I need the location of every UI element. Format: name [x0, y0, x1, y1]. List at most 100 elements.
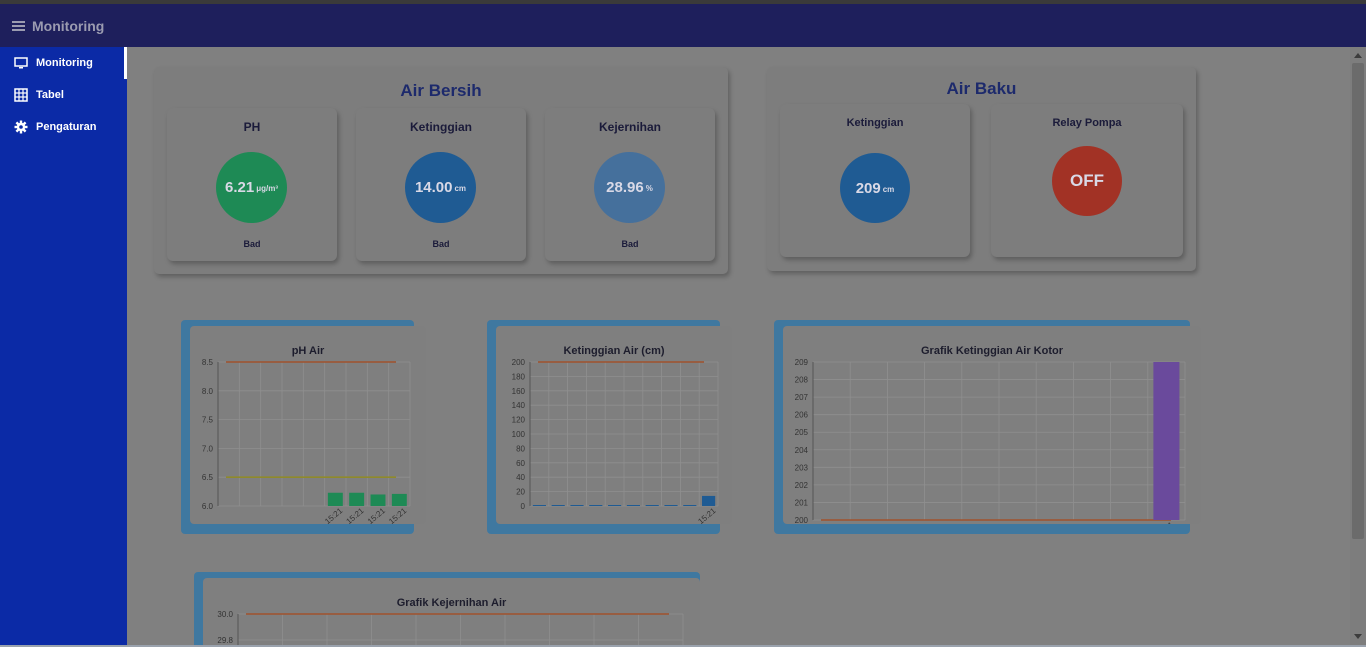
y-tick-label: 200 [795, 516, 809, 524]
y-tick-label: 6.5 [202, 473, 214, 482]
vertical-scrollbar[interactable] [1350, 47, 1366, 645]
bar [702, 495, 716, 506]
air-kotor-chart-widget: Grafik Ketinggian Air Kotor 209 208 207 206… [774, 320, 1201, 534]
bar [349, 492, 365, 506]
y-tick-label: 30.0 [217, 610, 233, 619]
air-kotor-chart: 20920820720620520420320220120015:21 [795, 358, 1186, 524]
y-tick-label: 7.0 [202, 444, 214, 453]
kejernihan-chart-widget: Grafik Kejernihan Air 30.0 29.8 [194, 572, 700, 645]
unit: cm [454, 184, 467, 193]
card-title: Ketinggian [846, 117, 904, 129]
x-tick-label: 15:21 [344, 506, 366, 524]
bar [370, 494, 386, 506]
status-text: Bad [432, 239, 450, 249]
x-tick-label: 15:21 [696, 506, 718, 524]
y-tick-label: 29.8 [217, 636, 233, 645]
y-tick-label: 209 [795, 358, 809, 367]
sidebar-item-label: Pengaturan [36, 121, 97, 133]
value: 6.21 [225, 179, 255, 196]
card-title: Ketinggian [410, 120, 472, 134]
ketinggian-value-circle: 14.00 cm [405, 152, 476, 223]
y-tick-label: 60 [516, 459, 525, 468]
value: 209 [855, 179, 881, 197]
air-baku-panel: Air Baku Ketinggian 209 cm Relay Pompa O… [767, 67, 1196, 271]
y-tick-label: 8.0 [202, 387, 214, 396]
y-tick-label: 20 [516, 488, 525, 497]
scroll-up-arrow-icon[interactable] [1354, 53, 1362, 58]
ketinggian-card: Ketinggian 14.00 cm Bad [356, 108, 526, 261]
y-tick-label: 207 [795, 393, 809, 402]
chart-card: Grafik Ketinggian Air Kotor 209 208 207 206… [783, 326, 1201, 524]
bar [608, 505, 622, 506]
bar [570, 505, 584, 506]
ketinggian-baku-value-circle: 209 cm [840, 153, 910, 223]
relay-status-value: OFF [1070, 171, 1104, 190]
status-text: Bad [621, 239, 639, 249]
sidebar: Monitoring Tabel Pengaturan [0, 47, 127, 647]
y-tick-label: 204 [795, 446, 809, 455]
unit: μg/m³ [256, 184, 278, 193]
ph-chart-widget: pH Air 8.5 8.0 7.5 7.0 6.5 6.0 15:21 15:21 15:21… [181, 320, 426, 534]
y-tick-label: 7.5 [202, 416, 214, 425]
bar [327, 492, 343, 506]
sidebar-item-monitoring[interactable]: Monitoring [0, 47, 127, 79]
kejernihan-card: Kejernihan 28.96 % Bad [545, 108, 715, 261]
x-tick-label: 15:21 [387, 506, 409, 524]
y-tick-label: 205 [795, 428, 809, 437]
y-tick-label: 201 [795, 498, 809, 507]
kejernihan-value-circle: 28.96 % [594, 152, 665, 223]
y-tick-label: 206 [795, 411, 809, 420]
app-title: Monitoring [32, 17, 105, 34]
bar [683, 505, 697, 506]
y-tick-label: 8.5 [202, 358, 214, 367]
y-tick-label: 160 [512, 387, 526, 396]
y-tick-label: 80 [516, 444, 525, 453]
y-tick-label: 203 [795, 463, 809, 472]
hamburger-menu-icon[interactable] [12, 20, 25, 31]
ketinggian-chart: 200180160140120100806040200 15:21 [512, 358, 719, 524]
unit: cm [882, 184, 895, 194]
monitor-icon [14, 57, 28, 69]
bar [532, 505, 546, 506]
panel-title: Air Bersih [400, 81, 482, 100]
ketinggian-chart-widget: Ketinggian Air (cm) 200 180 160 140 120 100 80… [487, 320, 732, 534]
scroll-thumb[interactable] [1352, 63, 1364, 539]
y-tick-label: 120 [512, 416, 526, 425]
x-tick-label: 15:21 [323, 506, 345, 524]
y-tick-label: 202 [795, 481, 809, 490]
chart-card: Ketinggian Air (cm) 200 180 160 140 120 100 80… [496, 326, 732, 524]
sidebar-item-tabel[interactable]: Tabel [0, 79, 127, 111]
panel-title: Air Baku [946, 79, 1017, 98]
relay-status-circle[interactable]: OFF [1052, 146, 1122, 216]
chart-card: pH Air 8.5 8.0 7.5 7.0 6.5 6.0 15:21 15:21 15:21… [190, 326, 426, 524]
unit: % [645, 184, 653, 193]
scroll-down-arrow-icon[interactable] [1354, 634, 1362, 639]
value: 14.00 [414, 179, 453, 196]
sidebar-item-label: Monitoring [36, 57, 93, 69]
bar [626, 505, 640, 506]
gear-icon [14, 120, 28, 134]
chart-card: Grafik Kejernihan Air 30.0 29.8 [203, 578, 700, 645]
ph-value-circle: 6.21 μg/m³ [216, 152, 287, 223]
x-tick-label: 15:21 [366, 506, 388, 524]
top-bar: Monitoring [0, 4, 1366, 47]
bar [589, 505, 603, 506]
relay-pompa-card: Relay Pompa OFF [991, 104, 1183, 257]
card-title: Kejernihan [598, 120, 661, 134]
y-tick-label: 40 [516, 473, 525, 482]
y-tick-label: 6.0 [202, 502, 214, 511]
bar [391, 493, 407, 506]
ph-card: PH 6.21 μg/m³ Bad [167, 108, 337, 261]
y-tick-label: 200 [512, 358, 526, 367]
bar [664, 505, 678, 506]
bar [551, 505, 565, 506]
y-tick-label: 140 [512, 401, 526, 410]
bar [1153, 362, 1180, 520]
y-tick-label: 100 [512, 430, 526, 439]
table-icon [14, 88, 28, 102]
card-title: Relay Pompa [1052, 117, 1122, 129]
y-tick-label: 208 [795, 376, 809, 385]
sidebar-item-pengaturan[interactable]: Pengaturan [0, 111, 127, 143]
status-text: Bad [243, 239, 261, 249]
air-bersih-panel: Air Bersih PH 6.21 μg/m³ Bad Ketinggian … [154, 67, 728, 274]
